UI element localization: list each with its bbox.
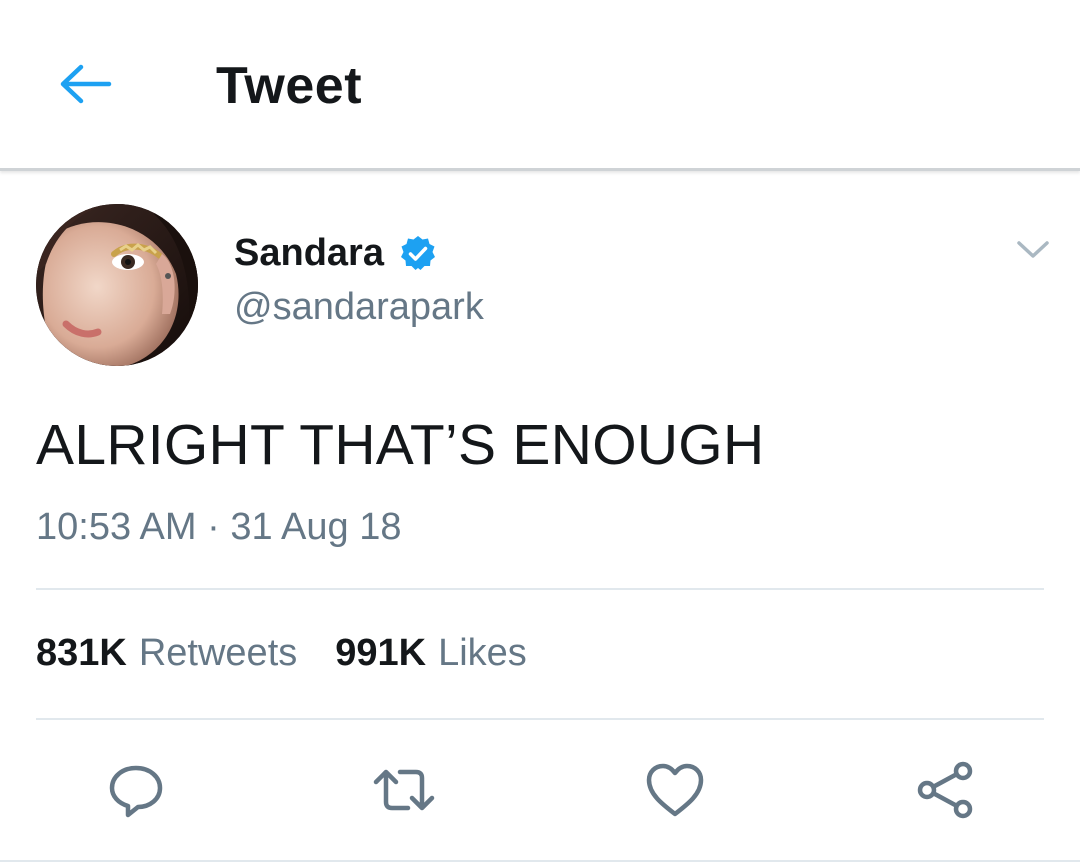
retweet-icon bbox=[373, 769, 435, 811]
likes-label: Likes bbox=[438, 632, 527, 674]
like-button[interactable] bbox=[643, 758, 707, 822]
retweets-stat[interactable]: 831K Retweets bbox=[36, 632, 297, 675]
top-app-bar: Tweet bbox=[0, 0, 1080, 171]
page-title: Tweet bbox=[216, 57, 363, 115]
retweets-count: 831K bbox=[36, 632, 127, 674]
engagement-stats: 831K Retweets 991K Likes bbox=[36, 632, 565, 675]
back-button[interactable] bbox=[55, 58, 115, 110]
avatar[interactable] bbox=[36, 204, 198, 366]
author-display-name[interactable]: Sandara bbox=[234, 232, 384, 275]
retweet-button[interactable] bbox=[372, 758, 436, 822]
divider bbox=[36, 718, 1044, 720]
chevron-down-icon bbox=[1017, 241, 1049, 258]
heart-icon bbox=[646, 763, 704, 817]
share-button[interactable] bbox=[914, 758, 978, 822]
verified-badge-icon bbox=[400, 235, 435, 270]
likes-stat[interactable]: 991K Likes bbox=[335, 632, 527, 675]
more-options-button[interactable] bbox=[1012, 232, 1054, 268]
author-name-row[interactable]: Sandara bbox=[234, 232, 438, 275]
author-handle[interactable]: @sandarapark bbox=[234, 286, 484, 329]
tweet-timestamp: 10:53 AM · 31 Aug 18 bbox=[36, 506, 402, 548]
bottom-divider bbox=[0, 860, 1080, 862]
arrow-left-icon bbox=[60, 64, 112, 104]
tweet-text: ALRIGHT THAT’S ENOUGH bbox=[36, 413, 765, 477]
reply-button[interactable] bbox=[104, 758, 168, 822]
likes-count: 991K bbox=[335, 632, 427, 674]
divider bbox=[36, 588, 1044, 590]
profile-photo bbox=[36, 204, 198, 366]
retweets-label: Retweets bbox=[138, 632, 298, 674]
share-icon bbox=[917, 761, 973, 819]
reply-icon bbox=[109, 765, 163, 818]
